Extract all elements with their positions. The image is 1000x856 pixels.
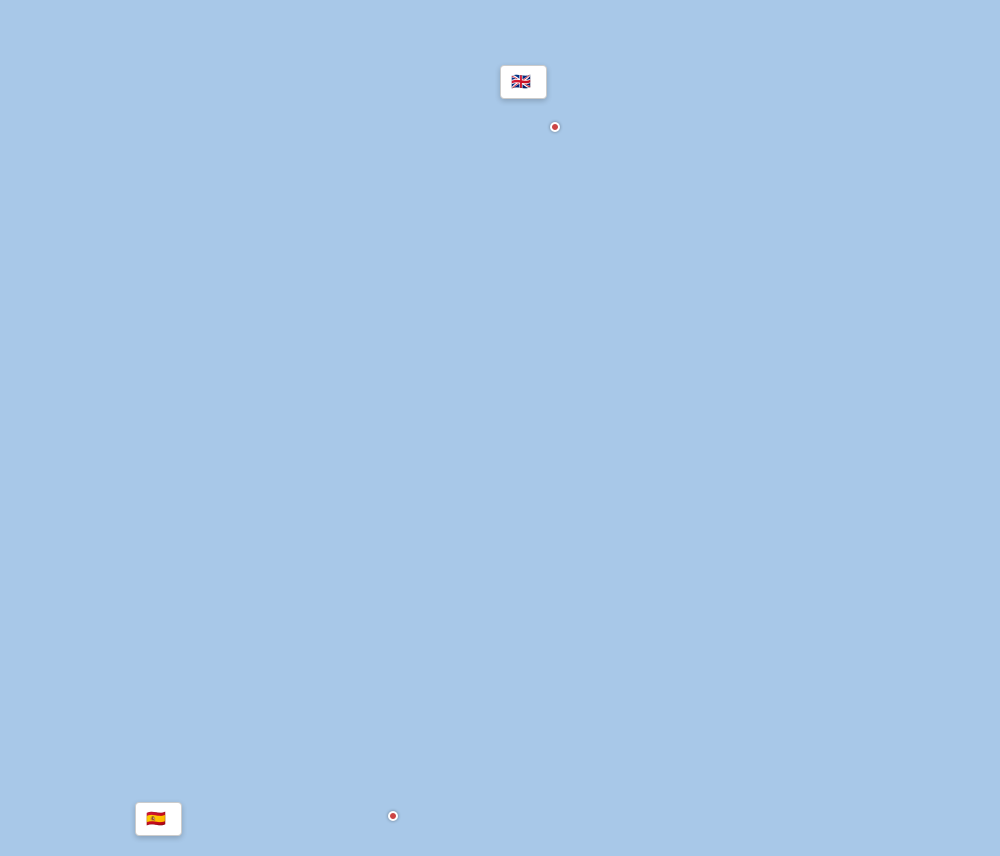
london-airport-label[interactable]: 🇬🇧 bbox=[500, 65, 547, 99]
uk-flag-icon: 🇬🇧 bbox=[511, 72, 531, 92]
madrid-dot bbox=[388, 811, 398, 821]
london-dot bbox=[550, 122, 560, 132]
map-canvas bbox=[0, 0, 1000, 856]
madrid-airport-label[interactable]: 🇪🇸 bbox=[135, 802, 182, 836]
spain-flag-icon: 🇪🇸 bbox=[146, 809, 166, 829]
map-container: 🇬🇧 🇪🇸 bbox=[0, 0, 1000, 856]
